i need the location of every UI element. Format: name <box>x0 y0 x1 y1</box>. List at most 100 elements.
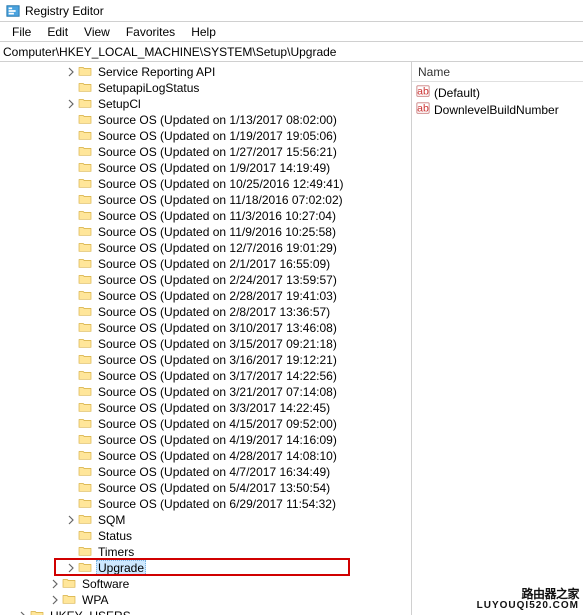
expander-placeholder <box>64 353 78 367</box>
menu-edit[interactable]: Edit <box>39 23 76 41</box>
tree-node[interactable]: SQM <box>0 512 411 528</box>
chevron-right-icon[interactable] <box>16 609 30 615</box>
tree-node[interactable]: Source OS (Updated on 4/28/2017 14:08:10… <box>0 448 411 464</box>
expander-placeholder <box>64 225 78 239</box>
tree-node[interactable]: Source OS (Updated on 4/19/2017 14:16:09… <box>0 432 411 448</box>
tree-node[interactable]: Status <box>0 528 411 544</box>
tree-node[interactable]: Source OS (Updated on 2/1/2017 16:55:09) <box>0 256 411 272</box>
address-bar[interactable]: Computer\HKEY_LOCAL_MACHINE\SYSTEM\Setup… <box>0 42 583 62</box>
tree-node-label: Source OS (Updated on 1/13/2017 08:02:00… <box>96 113 339 127</box>
tree-node-label: SetupapiLogStatus <box>96 81 201 95</box>
tree-node-label: Source OS (Updated on 3/21/2017 07:14:08… <box>96 385 339 399</box>
tree-node-label: Status <box>96 529 134 543</box>
tree-node[interactable]: Source OS (Updated on 2/8/2017 13:36:57) <box>0 304 411 320</box>
tree-node[interactable]: Source OS (Updated on 6/29/2017 11:54:32… <box>0 496 411 512</box>
watermark-sub: LUYOUQI520.COM <box>477 601 579 612</box>
folder-icon <box>78 449 96 464</box>
folder-icon <box>78 145 96 160</box>
folder-icon <box>78 561 96 576</box>
tree-node[interactable]: HKEY_USERS <box>0 608 411 615</box>
tree-node[interactable]: Source OS (Updated on 3/15/2017 09:21:18… <box>0 336 411 352</box>
tree-node[interactable]: Source OS (Updated on 11/9/2016 10:25:58… <box>0 224 411 240</box>
tree-node[interactable]: WPA <box>0 592 411 608</box>
tree-node[interactable]: Source OS (Updated on 1/9/2017 14:19:49) <box>0 160 411 176</box>
tree-node[interactable]: Source OS (Updated on 12/7/2016 19:01:29… <box>0 240 411 256</box>
tree-node[interactable]: Source OS (Updated on 10/25/2016 12:49:4… <box>0 176 411 192</box>
tree-node[interactable]: Source OS (Updated on 4/15/2017 09:52:00… <box>0 416 411 432</box>
tree-node[interactable]: Source OS (Updated on 3/10/2017 13:46:08… <box>0 320 411 336</box>
tree-node[interactable]: Source OS (Updated on 11/18/2016 07:02:0… <box>0 192 411 208</box>
tree-node[interactable]: Source OS (Updated on 5/4/2017 13:50:54) <box>0 480 411 496</box>
tree-node[interactable]: Source OS (Updated on 3/16/2017 19:12:21… <box>0 352 411 368</box>
value-list-body: ab(Default)abDownlevelBuildNumber <box>412 82 583 120</box>
folder-icon <box>78 97 96 112</box>
tree-node-label: Source OS (Updated on 3/16/2017 19:12:21… <box>96 353 339 367</box>
tree-node-label: HKEY_USERS <box>48 609 133 615</box>
folder-icon <box>78 529 96 544</box>
chevron-right-icon[interactable] <box>48 577 62 591</box>
tree-node-label: Source OS (Updated on 11/3/2016 10:27:04… <box>96 209 338 223</box>
tree-node-label: Source OS (Updated on 4/28/2017 14:08:10… <box>96 449 339 463</box>
tree-node-label: Source OS (Updated on 3/3/2017 14:22:45) <box>96 401 332 415</box>
menu-favorites[interactable]: Favorites <box>118 23 183 41</box>
tree-node[interactable]: Source OS (Updated on 2/28/2017 19:41:03… <box>0 288 411 304</box>
tree-node[interactable]: Source OS (Updated on 1/27/2017 15:56:21… <box>0 144 411 160</box>
expander-placeholder <box>64 305 78 319</box>
folder-icon <box>78 497 96 512</box>
value-row[interactable]: ab(Default) <box>412 84 583 101</box>
chevron-right-icon[interactable] <box>48 593 62 607</box>
folder-icon <box>78 289 96 304</box>
folder-icon <box>78 321 96 336</box>
expander-placeholder <box>64 161 78 175</box>
folder-icon <box>62 593 80 608</box>
tree-node[interactable]: Timers <box>0 544 411 560</box>
tree-node[interactable]: SetupapiLogStatus <box>0 80 411 96</box>
tree-node[interactable]: Upgrade <box>0 560 411 576</box>
string-value-icon: ab <box>416 84 434 101</box>
tree-panel[interactable]: Service Reporting API SetupapiLogStatusSe… <box>0 62 412 615</box>
expander-placeholder <box>64 273 78 287</box>
tree-node[interactable]: Source OS (Updated on 3/3/2017 14:22:45) <box>0 400 411 416</box>
main-area: Service Reporting API SetupapiLogStatusSe… <box>0 62 583 615</box>
tree-node-label: Service Reporting API <box>96 65 217 79</box>
menu-view[interactable]: View <box>76 23 118 41</box>
tree-node[interactable]: Source OS (Updated on 11/3/2016 10:27:04… <box>0 208 411 224</box>
expander-placeholder <box>64 193 78 207</box>
expander-placeholder <box>64 529 78 543</box>
tree-node[interactable]: Service Reporting API <box>0 64 411 80</box>
tree-node-label: Source OS (Updated on 2/1/2017 16:55:09) <box>96 257 332 271</box>
menu-help[interactable]: Help <box>183 23 224 41</box>
folder-icon <box>78 81 96 96</box>
tree-node[interactable]: Source OS (Updated on 3/17/2017 14:22:56… <box>0 368 411 384</box>
expander-placeholder <box>64 385 78 399</box>
tree-node[interactable]: Source OS (Updated on 1/19/2017 19:05:06… <box>0 128 411 144</box>
chevron-right-icon[interactable] <box>64 513 78 527</box>
tree-node-label: Source OS (Updated on 1/19/2017 19:05:06… <box>96 129 339 143</box>
folder-icon <box>78 113 96 128</box>
tree-node[interactable]: SetupCl <box>0 96 411 112</box>
expander-placeholder <box>64 257 78 271</box>
expander-placeholder <box>64 545 78 559</box>
tree-node-label: Timers <box>96 545 136 559</box>
folder-icon <box>78 401 96 416</box>
expander-placeholder <box>64 449 78 463</box>
tree-node-label: Source OS (Updated on 1/9/2017 14:19:49) <box>96 161 332 175</box>
chevron-right-icon[interactable] <box>64 97 78 111</box>
tree-node-label: Source OS (Updated on 5/4/2017 13:50:54) <box>96 481 332 495</box>
string-value-icon: ab <box>416 101 434 118</box>
tree-node[interactable]: Source OS (Updated on 3/21/2017 07:14:08… <box>0 384 411 400</box>
tree-node[interactable]: Source OS (Updated on 1/13/2017 08:02:00… <box>0 112 411 128</box>
address-text: Computer\HKEY_LOCAL_MACHINE\SYSTEM\Setup… <box>3 45 336 59</box>
tree-node[interactable]: Software <box>0 576 411 592</box>
expander-placeholder <box>64 481 78 495</box>
menu-file[interactable]: File <box>4 23 39 41</box>
chevron-right-icon[interactable] <box>64 65 78 79</box>
chevron-right-icon[interactable] <box>64 561 78 575</box>
value-row[interactable]: abDownlevelBuildNumber <box>412 101 583 118</box>
tree-node[interactable]: Source OS (Updated on 4/7/2017 16:34:49) <box>0 464 411 480</box>
folder-icon <box>78 337 96 352</box>
value-list-panel[interactable]: Name ab(Default)abDownlevelBuildNumber <box>412 62 583 615</box>
column-header-name[interactable]: Name <box>412 62 583 82</box>
tree-node-label: Source OS (Updated on 1/27/2017 15:56:21… <box>96 145 339 159</box>
tree-node[interactable]: Source OS (Updated on 2/24/2017 13:59:57… <box>0 272 411 288</box>
